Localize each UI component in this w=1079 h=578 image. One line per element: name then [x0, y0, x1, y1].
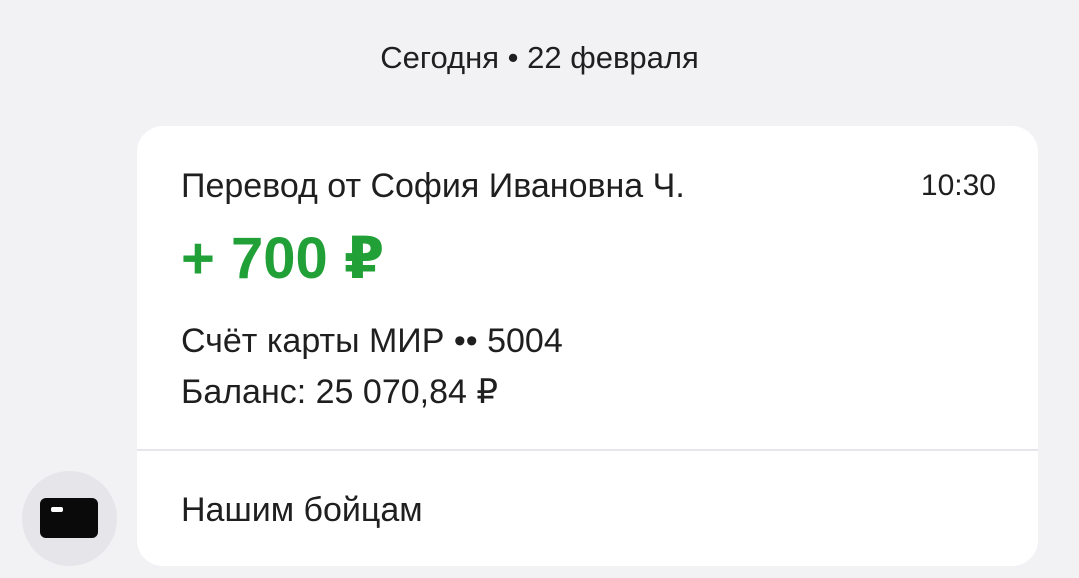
sender-avatar [22, 471, 117, 566]
balance-info: Баланс: 25 070,84 ₽ [181, 373, 498, 411]
transaction-amount: + 700 ₽ [181, 226, 385, 291]
transaction-title: Перевод от София Ивановна Ч. [181, 167, 685, 205]
date-header: Сегодня • 22 февраля [380, 40, 699, 75]
transfer-message: Нашим бойцам [181, 491, 423, 529]
transaction-time: 10:30 [920, 169, 996, 202]
transaction-card[interactable]: Перевод от София Ивановна Ч. 10:30 + 700… [137, 126, 1038, 566]
bank-card-icon [40, 498, 98, 538]
account-info: Счёт карты МИР •• 5004 [181, 322, 563, 360]
divider [137, 449, 1038, 451]
